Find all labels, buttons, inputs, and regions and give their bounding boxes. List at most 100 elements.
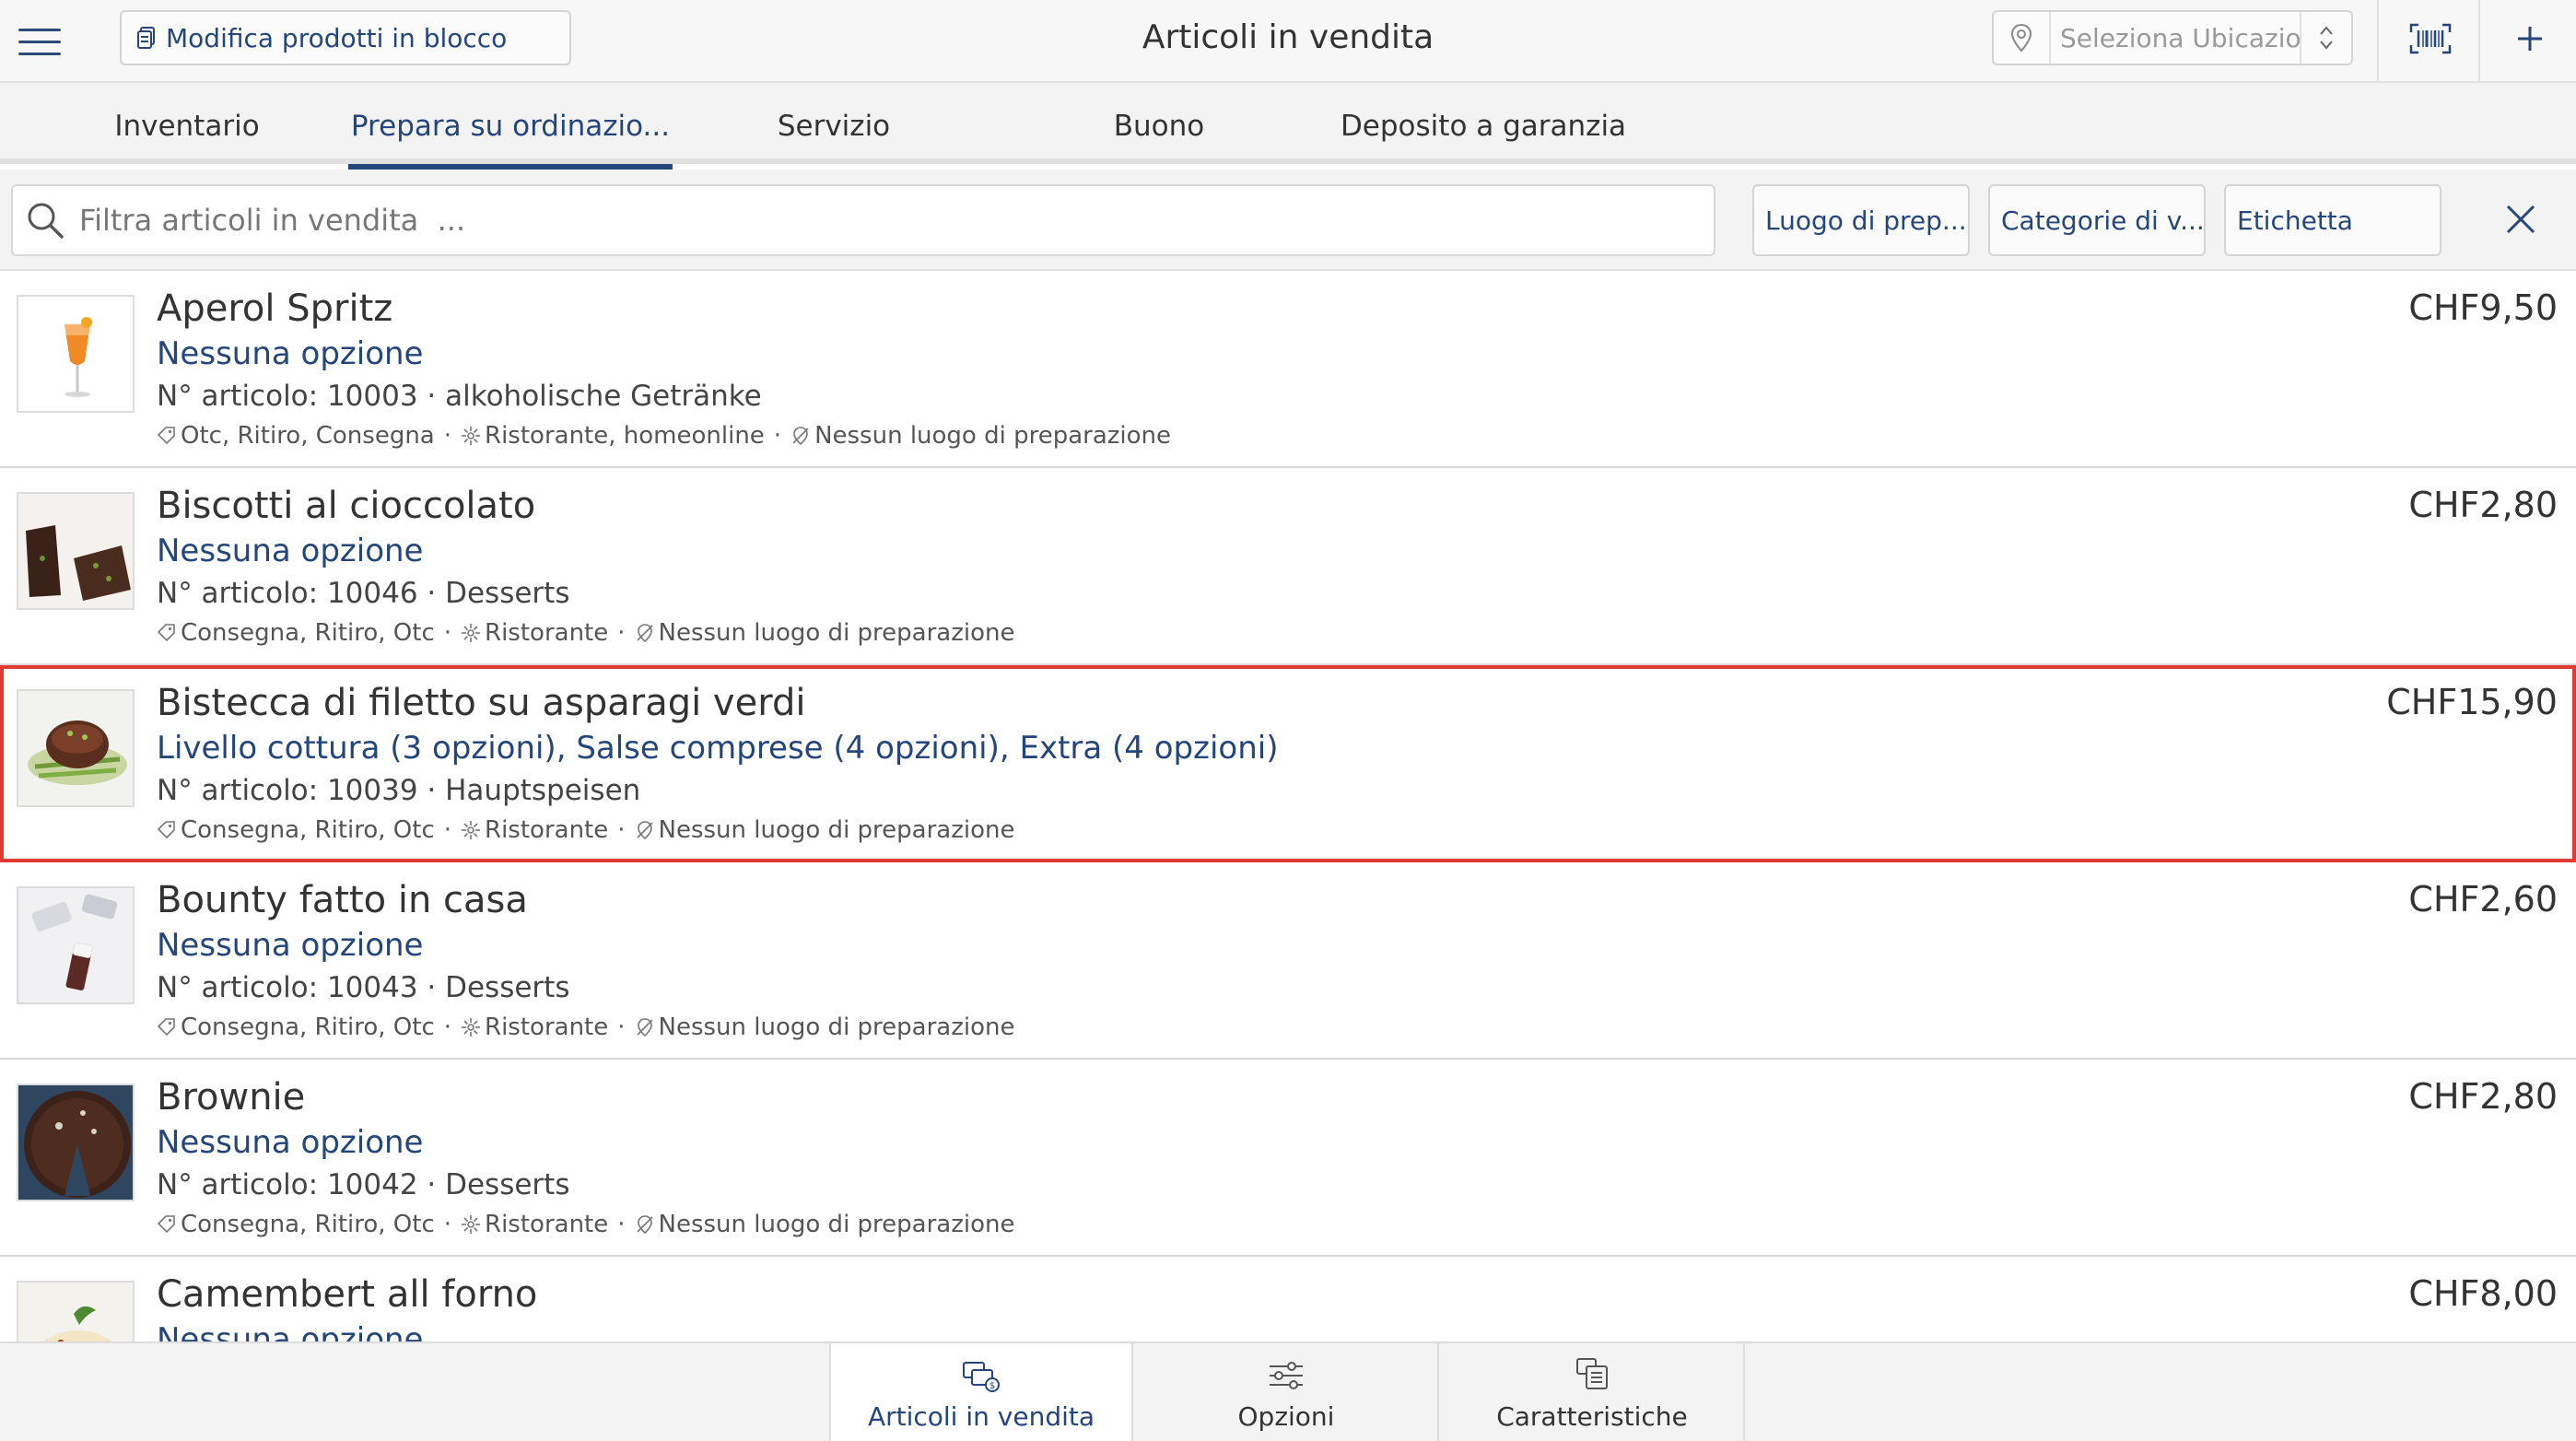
item-meta: N° articolo: 10003 · alkoholische Geträn…	[157, 380, 762, 413]
item-channels: Consegna, Ritiro, Otc	[181, 1013, 435, 1041]
item-channels: Consegna, Ritiro, Otc	[181, 1211, 435, 1238]
item-options: Nessuna opzione	[157, 1124, 424, 1161]
sliders-icon	[1270, 1362, 1303, 1389]
filter-etichetta-button[interactable]: Etichetta	[2224, 184, 2441, 256]
item-prep-location: Nessun luogo di preparazione	[658, 619, 1015, 647]
characteristics-icon	[1576, 1358, 1608, 1389]
item-price: CHF2,60	[2408, 879, 2558, 920]
item-channels: Otc, Ritiro, Consegna	[181, 422, 435, 450]
tab-inventario[interactable]: Inventario	[109, 83, 265, 164]
item-options: Nessuna opzione	[157, 533, 424, 569]
tab-buono[interactable]: Buono	[1087, 83, 1231, 164]
search-icon	[28, 203, 64, 239]
filter-bar: Luogo di prep... Categorie di v... Etich…	[0, 170, 2576, 271]
item-price: CHF9,50	[2408, 287, 2558, 328]
channel-tag-icon	[157, 624, 175, 642]
sales-point-icon	[462, 1215, 481, 1234]
search-input[interactable]	[79, 203, 1645, 238]
location-select[interactable]: Seleziona Ubicazio....	[1992, 10, 2353, 65]
product-image	[17, 689, 135, 807]
list-item[interactable]: Bounty fatto in casa Nessuna opzione N° …	[0, 862, 2576, 1060]
item-price: CHF8,00	[2408, 1273, 2558, 1314]
item-options: Nessuna opzione	[157, 1321, 424, 1341]
item-options: Nessuna opzione	[157, 335, 424, 372]
bottom-tab-label: Articoli in vendita	[867, 1401, 1095, 1432]
list-item[interactable]: Brownie Nessuna opzione N° articolo: 100…	[0, 1060, 2576, 1257]
sales-point-icon	[462, 821, 481, 839]
item-price: CHF2,80	[2408, 485, 2558, 525]
bottom-tab-characteristics[interactable]: Caratteristiche	[1441, 1343, 1745, 1441]
bottom-tab-sales-items[interactable]: $ Articoli in vendita	[829, 1343, 1133, 1441]
item-options: Livello cottura (3 opzioni), Salse compr…	[157, 730, 1279, 767]
item-prep-location: Nessun luogo di preparazione	[658, 1013, 1015, 1041]
filter-luogo-di-preparazione-button[interactable]: Luogo di prep...	[1752, 184, 1970, 256]
prep-location-icon	[636, 1018, 653, 1037]
prep-location-icon	[792, 427, 809, 446]
prep-location-icon	[636, 624, 653, 643]
item-tags: Consegna, Ritiro, Otc · Ristorante · Nes…	[157, 816, 1014, 844]
chevron-up-down-icon	[2300, 12, 2351, 64]
item-channels: Consegna, Ritiro, Otc	[181, 619, 435, 647]
item-meta: N° articolo: 10039 · Hauptspeisen	[157, 774, 641, 807]
sales-point-icon	[462, 624, 481, 642]
item-name: Camembert all forno	[157, 1273, 538, 1316]
item-tags: Otc, Ritiro, Consegna · Ristorante, home…	[157, 422, 1171, 450]
list-item[interactable]: Camembert all forno Nessuna opzione CHF8…	[0, 1257, 2576, 1341]
bottom-tab-label: Opzioni	[1237, 1401, 1335, 1432]
item-tags: Consegna, Ritiro, Otc · Ristorante · Nes…	[157, 1013, 1014, 1041]
filter-categorie-di-vendita-button[interactable]: Categorie di v...	[1988, 184, 2206, 256]
item-tags: Consegna, Ritiro, Otc · Ristorante · Nes…	[157, 619, 1014, 647]
item-name: Aperol Spritz	[157, 287, 393, 330]
item-name: Brownie	[157, 1076, 306, 1119]
barcode-scanner-icon[interactable]	[2406, 17, 2454, 61]
tab-prepara-su-ordinazione[interactable]: Prepara su ordinazio...	[348, 83, 673, 170]
item-name: Bounty fatto in casa	[157, 879, 528, 921]
item-sales-points: Ristorante	[485, 1013, 609, 1041]
product-image	[17, 886, 135, 1004]
item-sales-points: Ristorante	[485, 816, 609, 844]
bulk-edit-icon	[137, 27, 155, 49]
product-image	[17, 492, 135, 610]
item-sales-points: Ristorante, homeonline	[485, 422, 765, 450]
product-image	[17, 295, 135, 413]
list-item[interactable]: Aperol Spritz Nessuna opzione N° articol…	[0, 271, 2576, 468]
search-box	[11, 184, 1715, 256]
bottom-tab-options[interactable]: Opzioni	[1135, 1343, 1439, 1441]
bottom-tab-label: Caratteristiche	[1496, 1401, 1688, 1432]
item-options: Nessuna opzione	[157, 927, 424, 964]
tab-servizio[interactable]: Servizio	[755, 83, 912, 164]
hamburger-menu-icon[interactable]	[18, 20, 61, 63]
location-pin-icon	[1994, 12, 2051, 64]
sales-items-list: Aperol Spritz Nessuna opzione N° articol…	[0, 271, 2576, 1341]
product-image	[17, 1281, 135, 1341]
close-icon[interactable]	[2497, 195, 2545, 243]
sales-items-icon: $	[963, 1362, 1000, 1392]
category-tabs: Inventario Prepara su ordinazio... Servi…	[0, 83, 2576, 170]
bulk-edit-button[interactable]: Modifica prodotti in blocco	[120, 10, 571, 65]
product-image	[17, 1084, 135, 1201]
item-sales-points: Ristorante	[485, 1211, 609, 1238]
bottom-tab-bar: $ Articoli in vendita Opzioni Caratteris…	[0, 1341, 2576, 1441]
item-tags: Consegna, Ritiro, Otc · Ristorante · Nes…	[157, 1211, 1014, 1238]
item-price: CHF2,80	[2408, 1076, 2558, 1117]
item-sales-points: Ristorante	[485, 619, 609, 647]
item-meta: N° articolo: 10046 · Desserts	[157, 577, 570, 610]
list-item[interactable]: Biscotti al cioccolato Nessuna opzione N…	[0, 468, 2576, 665]
plus-icon[interactable]	[2506, 15, 2554, 63]
header-divider	[2377, 0, 2379, 81]
item-meta: N° articolo: 10042 · Desserts	[157, 1168, 570, 1201]
item-prep-location: Nessun luogo di preparazione	[814, 422, 1172, 450]
channel-tag-icon	[157, 1215, 175, 1234]
sales-point-icon	[462, 427, 481, 445]
header-divider	[2478, 0, 2480, 81]
channel-tag-icon	[157, 821, 175, 839]
item-prep-location: Nessun luogo di preparazione	[658, 816, 1015, 844]
location-placeholder: Seleziona Ubicazio....	[2060, 22, 2300, 53]
item-price: CHF15,90	[2386, 682, 2558, 722]
channel-tag-icon	[157, 427, 175, 445]
bulk-edit-label: Modifica prodotti in blocco	[166, 22, 508, 53]
list-item-selected[interactable]: Bistecca di filetto su asparagi verdi Li…	[0, 665, 2576, 862]
item-name: Biscotti al cioccolato	[157, 485, 536, 527]
tab-deposito-a-garanzia[interactable]: Deposito a garanzia	[1336, 83, 1631, 164]
top-bar: Modifica prodotti in blocco Articoli in …	[0, 0, 2576, 83]
